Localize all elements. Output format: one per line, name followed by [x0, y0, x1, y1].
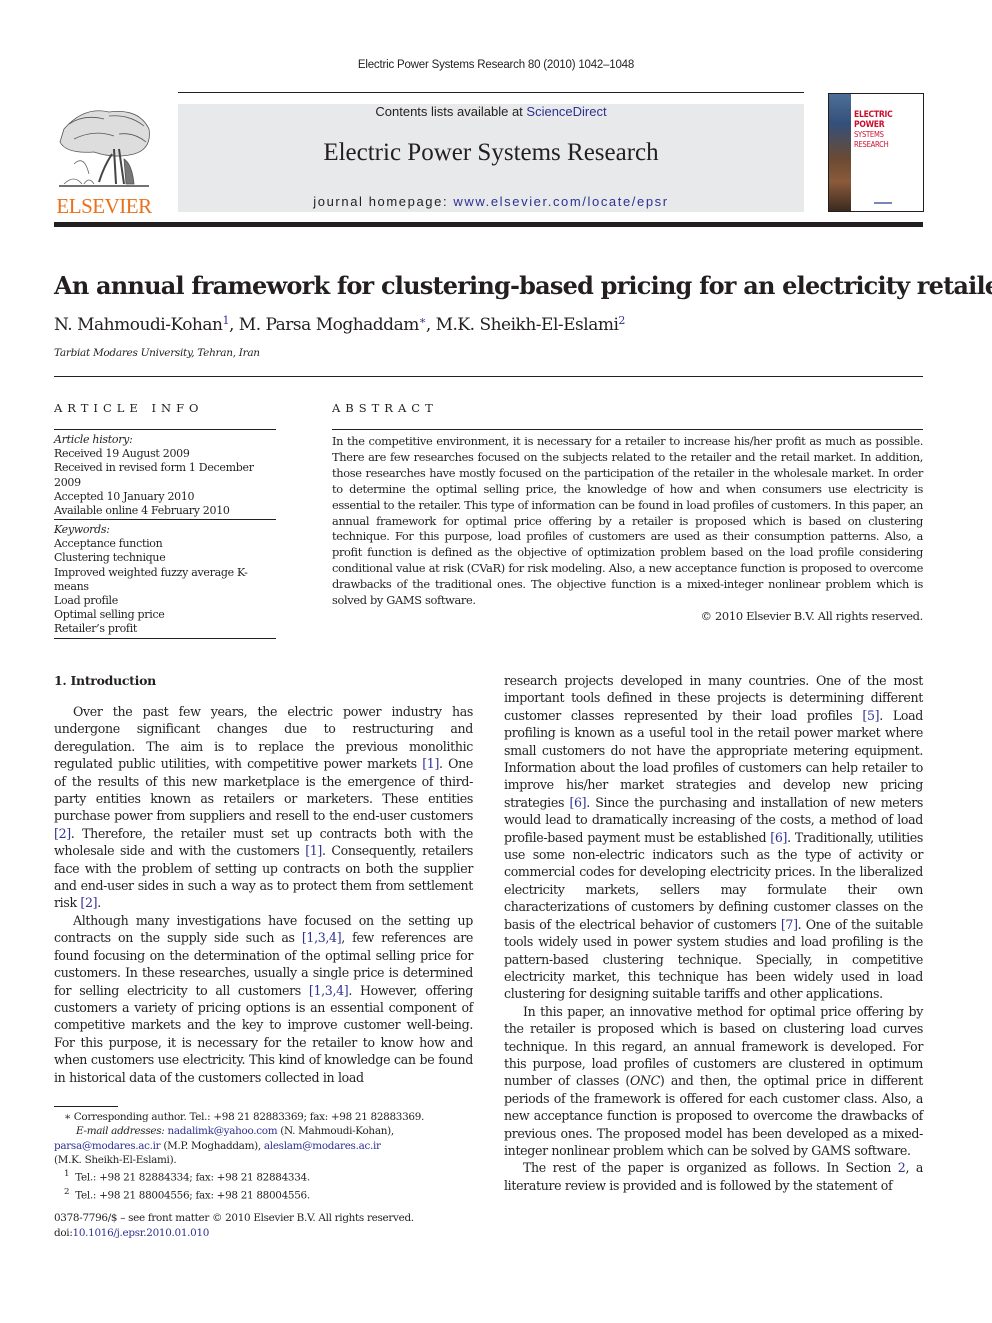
citation-link[interactable]: [7] — [781, 917, 798, 932]
history-item: Received 19 August 2009 — [54, 447, 190, 461]
homepage-prefix: journal homepage: — [313, 194, 454, 209]
author-separator: , — [228, 315, 239, 335]
elsevier-logo: ELSEVIER — [54, 104, 154, 218]
contents-prefix: Contents lists available at — [375, 104, 527, 119]
email-label: E-mail addresses: — [76, 1125, 168, 1138]
article-title: An annual framework for clustering-based… — [54, 271, 992, 300]
email-footnote: E-mail addresses: nadalimk@yahoo.com (N.… — [54, 1124, 474, 1138]
author-name[interactable]: M. Parsa Moghaddam — [239, 315, 420, 335]
footnote-mark: 2 — [64, 1186, 70, 1197]
article-info-label: ARTICLE INFO — [54, 401, 204, 415]
citation-link[interactable]: [2] — [80, 895, 97, 910]
email-owner: (M.P. Moghaddam), — [160, 1139, 264, 1152]
citation-link[interactable]: [6] — [770, 830, 787, 845]
keyword-item: Acceptance function — [54, 537, 163, 551]
paragraph: Although many investigations have focuse… — [54, 912, 474, 1085]
keyword-item: Retailer’s profit — [54, 622, 138, 636]
homepage-line: journal homepage: www.elsevier.com/locat… — [178, 194, 804, 209]
email-owner: (N. Mahmoudi-Kohan), — [277, 1125, 394, 1138]
citation-link[interactable]: [6] — [569, 795, 586, 810]
doi-link[interactable]: 10.1016/j.epsr.2010.01.010 — [73, 1227, 210, 1239]
citation-link[interactable]: [1,3,4] — [302, 930, 342, 945]
cover-image-strip — [829, 94, 851, 211]
cover-title: ELECTRIC POWER SYSTEMS RESEARCH — [854, 110, 914, 150]
email-footnote-cont: parsa@modares.ac.ir (M.P. Moghaddam), al… — [54, 1139, 474, 1153]
paragraph: Over the past few years, the electric po… — [54, 704, 473, 911]
body-column-left: Over the past few years, the electric po… — [54, 703, 473, 1086]
doi-line: doi:10.1016/j.epsr.2010.01.010 — [54, 1226, 474, 1241]
footnote-rule — [54, 1106, 118, 1107]
author-separator: , — [425, 315, 436, 335]
corresponding-author-mark[interactable]: ∗ — [419, 314, 426, 327]
citation-link[interactable]: [1] — [422, 756, 439, 771]
journal-homepage-link[interactable]: www.elsevier.com/locate/epsr — [453, 194, 668, 209]
divider — [54, 376, 923, 377]
citation-link[interactable]: [2] — [54, 826, 71, 841]
affiliation: Tarbiat Modares University, Tehran, Iran — [54, 347, 260, 359]
issn-line: 0378-7796/$ – see front matter © 2010 El… — [54, 1212, 414, 1224]
history-item: Received in revised form 1 December 2009 — [54, 461, 254, 489]
masthead-top-rule — [178, 92, 804, 93]
article-history: Article history: Received 19 August 2009… — [54, 433, 276, 518]
sciencedirect-link[interactable]: ScienceDirect — [526, 104, 606, 119]
tree-icon — [59, 110, 150, 187]
citation-link[interactable]: [1] — [305, 843, 322, 858]
journal-title: Electric Power Systems Research — [323, 139, 659, 166]
front-matter: 0378-7796/$ – see front matter © 2010 El… — [54, 1211, 474, 1241]
keywords-heading: Keywords: — [54, 523, 110, 536]
footnote-1: 1 Tel.: +98 21 82884334; fax: +98 21 828… — [54, 1167, 474, 1185]
citation-link[interactable]: [1,3,4] — [309, 983, 349, 998]
author-name[interactable]: M.K. Sheikh-El-Eslami — [436, 315, 619, 335]
abstract-copyright: © 2010 Elsevier B.V. All rights reserved… — [700, 609, 924, 623]
doi-prefix: doi: — [54, 1227, 73, 1239]
email-link[interactable]: parsa@modares.ac.ir — [54, 1140, 161, 1152]
masthead-thick-rule — [54, 222, 923, 227]
divider — [54, 519, 276, 520]
footnote-2: 2 Tel.: +98 21 88004556; fax: +98 21 880… — [54, 1185, 474, 1203]
email-link[interactable]: aleslam@modares.ac.ir — [264, 1140, 381, 1152]
divider — [54, 638, 276, 639]
journal-cover-thumbnail: ELECTRIC POWER SYSTEMS RESEARCH — [828, 93, 924, 212]
keyword-item: Load profile — [54, 594, 118, 608]
email-link[interactable]: nadalimk@yahoo.com — [167, 1125, 277, 1137]
abstract-label: ABSTRACT — [332, 401, 438, 415]
emphasis-text: ONC — [629, 1073, 660, 1089]
divider — [332, 429, 923, 430]
keyword-item: Optimal selling price — [54, 608, 165, 622]
email-owner: (M.K. Sheikh-El-Eslami). — [54, 1153, 177, 1166]
cover-title-line1: ELECTRIC POWER — [854, 110, 893, 130]
keyword-item: Clustering technique — [54, 551, 166, 565]
footnote-text: Tel.: +98 21 82884334; fax: +98 21 82884… — [75, 1171, 310, 1184]
footnote-mark: 1 — [64, 1169, 70, 1180]
paragraph: In this paper, an innovative method for … — [504, 1003, 923, 1158]
paragraph: research projects developed in many coun… — [504, 673, 924, 1002]
article-history-heading: Article history: — [54, 433, 133, 446]
body-column-right: research projects developed in many coun… — [504, 672, 923, 1194]
paragraph: The rest of the paper is organized as fo… — [504, 1160, 923, 1193]
footnotes: ∗ Corresponding author. Tel.: +98 21 828… — [54, 1110, 474, 1203]
footnote-text: Tel.: +98 21 88004556; fax: +98 21 88004… — [75, 1189, 310, 1202]
corresponding-author-footnote: ∗ Corresponding author. Tel.: +98 21 828… — [64, 1111, 425, 1123]
author-list: N. Mahmoudi-Kohan1, M. Parsa Moghaddam∗,… — [54, 314, 625, 335]
cover-publisher-mark — [874, 202, 892, 204]
abstract-text: In the competitive environment, it is ne… — [332, 434, 923, 608]
running-head: Electric Power Systems Research 80 (2010… — [357, 59, 635, 71]
author-footnote-mark[interactable]: 2 — [618, 314, 625, 327]
history-item: Available online 4 February 2010 — [54, 504, 230, 518]
contents-line: Contents lists available at ScienceDirec… — [178, 104, 804, 119]
citation-link[interactable]: 2 — [898, 1160, 906, 1175]
divider — [54, 429, 276, 430]
keywords: Keywords: Acceptance function Clustering… — [54, 523, 276, 637]
keyword-item: Improved weighted fuzzy average K-means — [54, 565, 248, 593]
section-heading-introduction: 1. Introduction — [54, 673, 156, 688]
cover-title-line2: SYSTEMS RESEARCH — [854, 130, 889, 149]
elsevier-wordmark: ELSEVIER — [56, 194, 152, 218]
history-item: Accepted 10 January 2010 — [54, 489, 195, 503]
citation-link[interactable]: [5] — [862, 708, 879, 723]
author-name[interactable]: N. Mahmoudi-Kohan — [54, 315, 223, 335]
journal-banner: Contents lists available at ScienceDirec… — [178, 104, 804, 212]
